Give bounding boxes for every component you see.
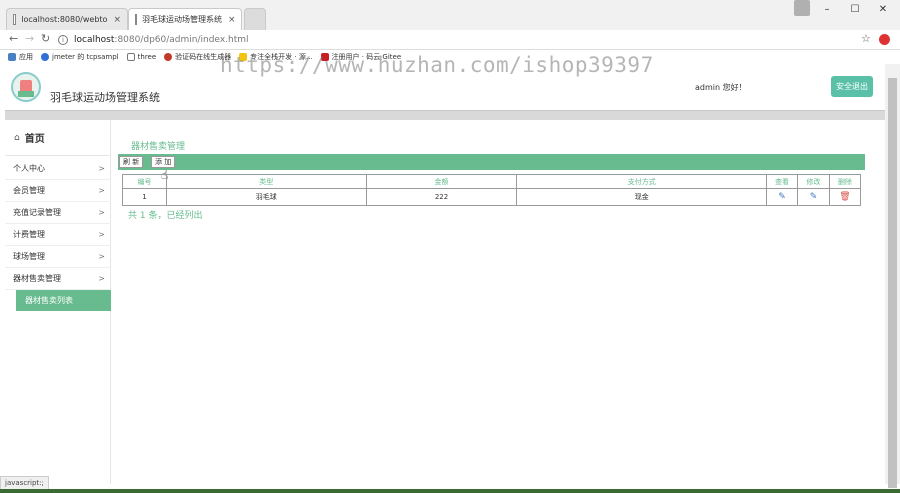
site-title: 羽毛球运动场管理系统	[50, 91, 160, 104]
toolbar: 刷 新 添 加	[118, 154, 865, 170]
cell-delete: 🗑	[828, 188, 862, 206]
apps-icon	[8, 53, 16, 61]
maximize-icon[interactable]: ☐	[840, 0, 870, 18]
sidebar-item-profile[interactable]: 个人中心 >	[5, 158, 111, 180]
profile-icon[interactable]	[794, 0, 810, 16]
column-header: 支付方式	[516, 174, 768, 189]
browser-window: localhost:8080/webto × 羽毛球运动场管理系统 × – ☐ …	[0, 0, 900, 493]
sidebar-menu: 个人中心 > 会员管理 > 充值记录管理 > 计费管理 > 球场管理 > 器材售卖管理 > …	[5, 158, 111, 311]
home-icon: ⌂	[14, 132, 20, 143]
sidebar-item-label: 计费管理	[13, 230, 45, 239]
sidebar-item-label: 器材售卖管理	[13, 274, 61, 283]
trash-icon[interactable]: 🗑	[839, 192, 850, 202]
column-header: 查看	[766, 174, 798, 189]
column-header: 修改	[797, 174, 830, 189]
refresh-button[interactable]: 刷 新	[119, 156, 144, 168]
minimize-icon[interactable]: –	[812, 0, 842, 18]
tab-badminton[interactable]: 羽毛球运动场管理系统 ×	[128, 8, 242, 30]
logout-button[interactable]: 安全退出	[831, 76, 873, 97]
page-icon	[126, 53, 135, 61]
sidebar-item-equipment-sales[interactable]: 器材售卖管理 >	[5, 268, 111, 290]
back-icon[interactable]: ←	[9, 32, 18, 45]
status-bar: javascript:;	[0, 476, 49, 490]
forward-icon[interactable]: →	[25, 32, 34, 45]
extension-icon[interactable]	[879, 34, 890, 45]
scrollbar[interactable]	[885, 64, 900, 488]
logo	[11, 72, 41, 102]
column-header: 编号	[122, 174, 167, 189]
chevron-right-icon: >	[98, 230, 105, 239]
sidebar-item-billing[interactable]: 计费管理 >	[5, 224, 111, 246]
add-button[interactable]: 添 加	[151, 156, 176, 168]
chevron-right-icon: >	[98, 252, 105, 261]
sidebar-item-label: 充值记录管理	[13, 208, 61, 217]
edit-icon[interactable]: ✎	[810, 192, 818, 202]
sidebar-item-recharge[interactable]: 充值记录管理 >	[5, 202, 111, 224]
main-content: 器材售卖管理 刷 新 添 加 ☝ 编号 类型 金额 支付方式 查看 修改 删除	[118, 120, 885, 484]
sidebar-item-label: 个人中心	[13, 164, 45, 173]
column-header: 删除	[828, 174, 862, 189]
bookmark-label: jmeter 的 tcpsampl	[52, 53, 119, 61]
bookmark-apps[interactable]: 应用	[8, 52, 33, 62]
url-input[interactable]: i localhost :8080/dp60/admin/index.html	[58, 32, 870, 48]
url-path: :8080/dp60/admin/index.html	[114, 35, 249, 45]
tab-label: localhost:8080/webto	[21, 15, 108, 24]
bookmark-label: 应用	[19, 53, 33, 61]
tab-webtools[interactable]: localhost:8080/webto ×	[6, 8, 128, 30]
sidebar-subitem-equipment-list[interactable]: 器材售卖列表	[16, 290, 111, 311]
tab-label: 羽毛球运动场管理系统	[142, 15, 222, 24]
cell-edit: ✎	[797, 188, 830, 206]
view-icon[interactable]: ✎	[778, 192, 786, 202]
column-header: 类型	[165, 174, 367, 189]
sidebar-item-label: 会员管理	[13, 186, 45, 195]
cell-type: 羽毛球	[165, 188, 367, 206]
bookmark-label: three	[137, 53, 157, 61]
watermark-text: https://www.huzhan.com/ishop39397	[220, 53, 654, 77]
bookmark-star-icon[interactable]: ☆	[861, 32, 871, 45]
close-icon[interactable]: ×	[222, 15, 236, 25]
chevron-right-icon: >	[98, 164, 105, 173]
table-row: 1 羽毛球 222 现金 ✎ ✎ 🗑	[122, 188, 862, 206]
new-tab-button[interactable]	[244, 8, 266, 30]
table-header-row: 编号 类型 金额 支付方式 查看 修改 删除	[122, 174, 862, 189]
chevron-right-icon: >	[98, 186, 105, 195]
data-table: 编号 类型 金额 支付方式 查看 修改 删除 1 羽毛球 222 现金 ✎ ✎ …	[122, 174, 862, 206]
cell-view: ✎	[766, 188, 798, 206]
page-icon	[135, 14, 137, 25]
sidebar-home[interactable]: ⌂ 首页	[5, 120, 111, 156]
desktop-strip	[0, 489, 900, 493]
shield-icon	[41, 53, 49, 61]
address-bar: ← → ↻ i localhost :8080/dp60/admin/index…	[0, 30, 900, 50]
cell-amount: 222	[365, 188, 518, 206]
chevron-right-icon: >	[98, 274, 105, 283]
url-host: localhost	[74, 35, 115, 45]
window-close-icon[interactable]: ✕	[868, 0, 898, 18]
sidebar: ⌂ 首页 个人中心 > 会员管理 > 充值记录管理 > 计费管理 > 球场管理 > 器材售…	[5, 120, 111, 484]
column-header: 金额	[365, 174, 518, 189]
sidebar-item-members[interactable]: 会员管理 >	[5, 180, 111, 202]
header-divider	[5, 110, 885, 120]
title-bar: localhost:8080/webto × 羽毛球运动场管理系统 × – ☐ …	[0, 0, 900, 30]
sidebar-item-courts[interactable]: 球场管理 >	[5, 246, 111, 268]
bookmark-jmeter[interactable]: jmeter 的 tcpsampl	[41, 52, 119, 62]
home-label: 首页	[24, 134, 45, 145]
cell-id: 1	[122, 188, 167, 206]
chevron-right-icon: >	[98, 208, 105, 217]
cell-payment: 现金	[516, 188, 768, 206]
user-greeting: admin 您好！	[695, 83, 747, 92]
site-icon	[164, 53, 173, 61]
page-title: 器材售卖管理	[131, 142, 186, 152]
record-count: 共 1 条，已经列出	[128, 211, 203, 221]
sidebar-item-label: 球场管理	[13, 252, 45, 261]
close-icon[interactable]: ×	[107, 15, 121, 25]
reload-icon[interactable]: ↻	[41, 32, 50, 45]
bookmark-three[interactable]: three	[126, 53, 157, 61]
info-icon[interactable]: i	[58, 35, 68, 45]
page-icon	[13, 14, 17, 25]
admin-page: 羽毛球运动场管理系统 admin 您好！ 安全退出 ⌂ 首页 个人中心 > 会员管…	[5, 64, 885, 484]
scrollbar-thumb[interactable]	[888, 78, 897, 488]
